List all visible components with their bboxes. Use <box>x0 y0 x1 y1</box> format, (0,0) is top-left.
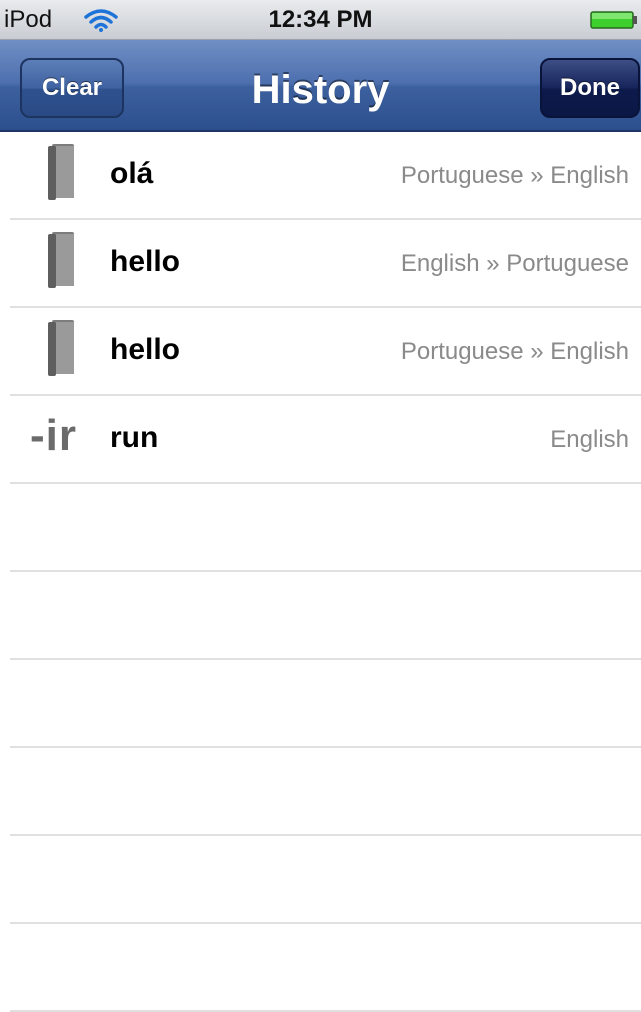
history-word: hello <box>110 333 181 366</box>
history-word: olá <box>110 157 154 190</box>
history-item[interactable]: hello Portuguese » English <box>10 308 641 396</box>
book-icon <box>48 232 74 288</box>
history-item[interactable]: -ir run English <box>10 396 641 484</box>
history-languages: Portuguese » English <box>400 162 629 189</box>
history-languages: English <box>550 426 629 453</box>
empty-row <box>10 748 641 836</box>
history-list: olá Portuguese » English hello English »… <box>0 132 641 1012</box>
history-languages: Portuguese » English <box>400 338 629 365</box>
history-item[interactable]: olá Portuguese » English <box>10 132 641 220</box>
history-languages: English » Portuguese <box>400 250 629 277</box>
history-item[interactable]: hello English » Portuguese <box>10 220 641 308</box>
navigation-bar: Clear History Done <box>0 40 641 132</box>
done-button[interactable]: Done <box>540 58 640 118</box>
status-bar: iPod 12:34 PM <box>0 0 641 40</box>
book-icon <box>48 320 74 376</box>
conjugation-icon: -ir <box>30 411 77 460</box>
empty-row <box>10 572 641 660</box>
status-time: 12:34 PM <box>268 6 373 33</box>
book-icon <box>48 144 74 200</box>
empty-row <box>10 924 641 1012</box>
history-word: hello <box>110 245 181 278</box>
empty-row <box>10 484 641 572</box>
empty-row <box>10 660 641 748</box>
battery-icon <box>590 11 637 29</box>
history-word: run <box>110 421 159 454</box>
empty-row <box>10 836 641 924</box>
